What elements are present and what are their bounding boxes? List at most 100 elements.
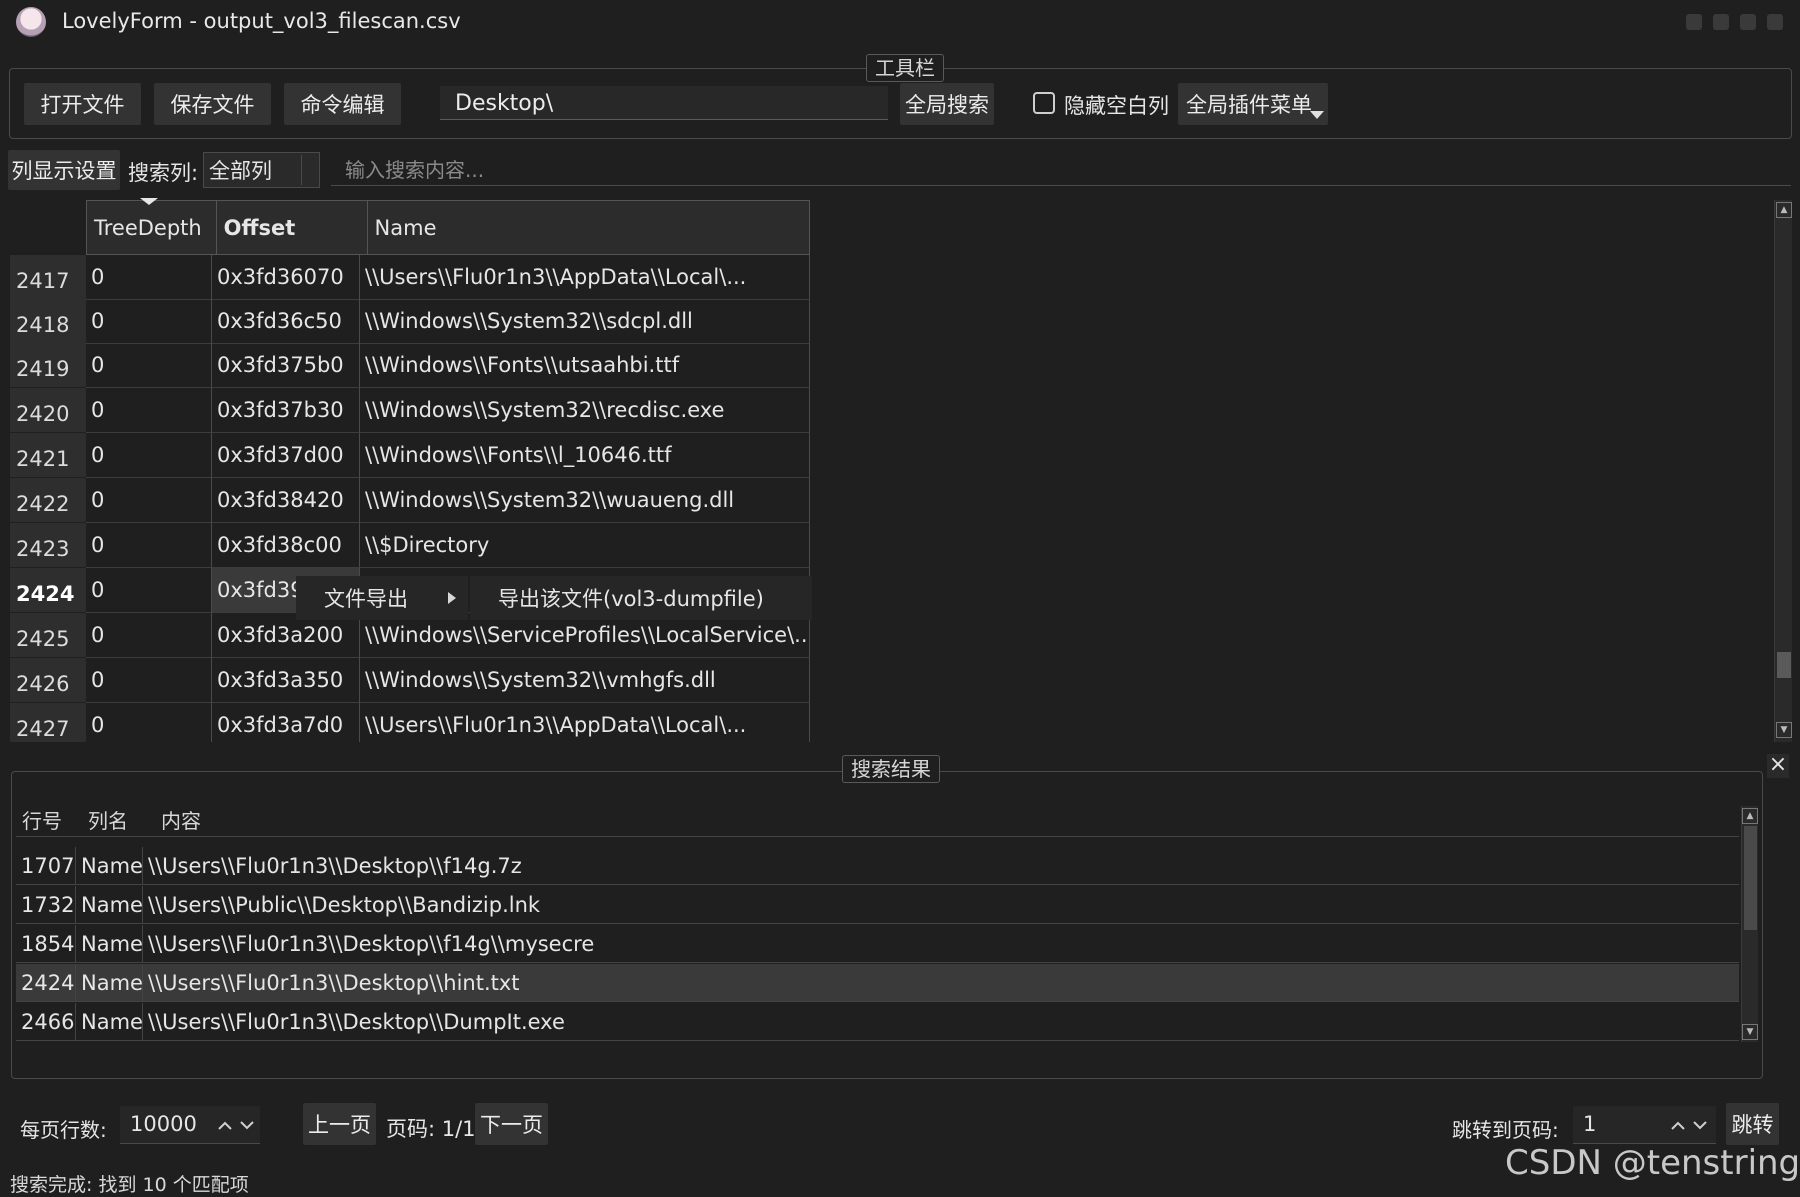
- result-row[interactable]: 2466 Name \\Users\\Flu0r1n3\\Desktop\\Du…: [16, 1003, 1739, 1041]
- row-number: 2424: [10, 568, 86, 613]
- result-line: 1707: [16, 847, 76, 884]
- column-header-name[interactable]: Name: [368, 201, 809, 254]
- result-row[interactable]: 1732 Name \\Users\\Public\\Desktop\\Band…: [16, 886, 1739, 924]
- results-header-row: 行号 列名 内容: [16, 803, 1739, 837]
- spin-up-icon[interactable]: [218, 1121, 232, 1130]
- table-row[interactable]: 2421 0 0x3fd37d00 \\Windows\\Fonts\\l_10…: [10, 433, 810, 478]
- table-row[interactable]: 2422 0 0x3fd38420 \\Windows\\System32\\w…: [10, 478, 810, 523]
- column-header-treedepth[interactable]: TreeDepth: [87, 201, 217, 254]
- table-row[interactable]: 2420 0 0x3fd37b30 \\Windows\\System32\\r…: [10, 388, 810, 433]
- table-row[interactable]: 2426 0 0x3fd3a350 \\Windows\\System32\\v…: [10, 658, 810, 703]
- jump-button[interactable]: 跳转: [1726, 1103, 1779, 1145]
- results-scrollbar[interactable]: ▲ ▼: [1741, 806, 1758, 1042]
- close-icon[interactable]: ×: [1767, 754, 1789, 778]
- cell-treedepth[interactable]: 0: [86, 255, 212, 300]
- hide-empty-label: 隐藏空白列: [1064, 94, 1169, 118]
- cell-offset[interactable]: 0x3fd36070: [212, 255, 360, 300]
- table-row[interactable]: 2418 0 0x3fd36c50 \\Windows\\System32\\s…: [10, 299, 810, 344]
- column-header-offset[interactable]: Offset: [217, 201, 368, 254]
- cell-treedepth[interactable]: 0: [86, 703, 212, 742]
- cell-offset[interactable]: 0x3fd37b30: [212, 388, 360, 433]
- search-results-label: 搜索结果: [842, 755, 940, 783]
- submenu-item-dumpfile[interactable]: 导出该文件(vol3-dumpfile): [470, 583, 764, 613]
- search-column-select[interactable]: 全部列: [203, 152, 320, 188]
- table-row[interactable]: 2423 0 0x3fd38c00 \\$Directory: [10, 523, 810, 568]
- row-number: 2418: [10, 299, 86, 344]
- table-row[interactable]: 2417 0 0x3fd36070 \\Users\\Flu0r1n3\\App…: [10, 255, 810, 300]
- results-header-content[interactable]: 内容: [155, 805, 201, 834]
- search-input[interactable]: 输入搜索内容...: [331, 152, 1791, 186]
- plugin-menu-button[interactable]: 全局插件菜单: [1178, 83, 1328, 125]
- toolbar-group-label: 工具栏: [866, 54, 944, 82]
- scroll-up-icon[interactable]: ▲: [1776, 202, 1792, 218]
- cell-treedepth[interactable]: 0: [86, 388, 212, 433]
- search-column-value: 全部列: [204, 155, 302, 185]
- cell-name[interactable]: \\Users\\Flu0r1n3\\AppData\\Local\...: [360, 255, 810, 300]
- cell-offset[interactable]: 0x3fd38c00: [212, 523, 360, 568]
- result-row-selected[interactable]: 2424 Name \\Users\\Flu0r1n3\\Desktop\\hi…: [16, 964, 1739, 1002]
- window-close-button[interactable]: [1740, 14, 1756, 30]
- cell-treedepth[interactable]: 0: [86, 343, 212, 388]
- result-line: 1854: [16, 925, 76, 962]
- results-scroll-down-icon[interactable]: ▼: [1742, 1024, 1758, 1040]
- global-search-button[interactable]: 全局搜索: [900, 83, 994, 125]
- result-column: Name: [76, 925, 143, 962]
- cell-name[interactable]: \\Windows\\Fonts\\l_10646.ttf: [360, 433, 810, 478]
- cell-treedepth[interactable]: 0: [86, 613, 212, 658]
- maximize-button[interactable]: [1713, 14, 1729, 30]
- results-scroll-up-icon[interactable]: ▲: [1742, 808, 1758, 824]
- save-file-button[interactable]: 保存文件: [154, 83, 271, 125]
- cell-offset[interactable]: 0x3fd38420: [212, 478, 360, 523]
- spin-down-icon[interactable]: [1693, 1121, 1707, 1130]
- command-edit-button[interactable]: 命令编辑: [284, 83, 401, 125]
- window-extra-button[interactable]: [1767, 14, 1783, 30]
- minimize-button[interactable]: [1686, 14, 1702, 30]
- cell-name[interactable]: \\Windows\\System32\\recdisc.exe: [360, 388, 810, 433]
- spin-up-icon[interactable]: [1671, 1121, 1685, 1130]
- results-scroll-thumb[interactable]: [1744, 826, 1757, 930]
- scroll-thumb[interactable]: [1777, 652, 1791, 678]
- cell-treedepth[interactable]: 0: [86, 568, 212, 613]
- cell-treedepth[interactable]: 0: [86, 478, 212, 523]
- path-input[interactable]: Desktop\: [440, 86, 888, 120]
- dropdown-arrow-icon: [1310, 111, 1324, 119]
- page-info: 页码: 1/1: [386, 1117, 476, 1141]
- grid-scrollbar[interactable]: ▲ ▼: [1774, 200, 1792, 742]
- goto-page-spinbox[interactable]: 1: [1573, 1106, 1716, 1144]
- table-row[interactable]: 2427 0 0x3fd3a7d0 \\Users\\Flu0r1n3\\App…: [10, 703, 810, 742]
- hide-empty-checkbox[interactable]: [1033, 92, 1055, 114]
- spin-down-icon[interactable]: [240, 1121, 254, 1130]
- scroll-down-icon[interactable]: ▼: [1776, 722, 1792, 738]
- column-settings-button[interactable]: 列显示设置: [8, 150, 120, 190]
- cell-treedepth[interactable]: 0: [86, 299, 212, 344]
- rows-per-page-spinbox[interactable]: 10000: [120, 1106, 260, 1144]
- cell-offset[interactable]: 0x3fd36c50: [212, 299, 360, 344]
- cell-offset[interactable]: 0x3fd37d00: [212, 433, 360, 478]
- cell-treedepth[interactable]: 0: [86, 433, 212, 478]
- cell-offset[interactable]: 0x3fd375b0: [212, 343, 360, 388]
- results-header-column[interactable]: 列名: [82, 805, 155, 834]
- prev-page-button[interactable]: 上一页: [303, 1103, 376, 1145]
- result-row[interactable]: 1854 Name \\Users\\Flu0r1n3\\Desktop\\f1…: [16, 925, 1739, 963]
- result-line: 2466: [16, 1003, 76, 1040]
- results-header-line[interactable]: 行号: [16, 805, 82, 834]
- cell-name[interactable]: \\$Directory: [360, 523, 810, 568]
- next-page-button[interactable]: 下一页: [475, 1103, 548, 1145]
- cell-name[interactable]: \\Windows\\Fonts\\utsaahbi.ttf: [360, 343, 810, 388]
- row-number: 2425: [10, 613, 86, 658]
- open-file-button[interactable]: 打开文件: [24, 83, 141, 125]
- cell-name[interactable]: \\Users\\Flu0r1n3\\AppData\\Local\...: [360, 703, 810, 742]
- cell-name[interactable]: \\Windows\\System32\\vmhgfs.dll: [360, 658, 810, 703]
- cell-treedepth[interactable]: 0: [86, 523, 212, 568]
- table-row[interactable]: 2419 0 0x3fd375b0 \\Windows\\Fonts\\utsa…: [10, 343, 810, 388]
- cell-name[interactable]: \\Windows\\System32\\sdcpl.dll: [360, 299, 810, 344]
- search-column-label: 搜索列:: [128, 161, 199, 185]
- context-menu-item-export[interactable]: 文件导出: [296, 583, 408, 613]
- result-row[interactable]: 1707 Name \\Users\\Flu0r1n3\\Desktop\\f1…: [16, 847, 1739, 885]
- cell-treedepth[interactable]: 0: [86, 658, 212, 703]
- cell-name[interactable]: \\Windows\\System32\\wuaueng.dll: [360, 478, 810, 523]
- result-line: 1732: [16, 886, 76, 923]
- cell-offset[interactable]: 0x3fd3a350: [212, 658, 360, 703]
- data-grid: TreeDepth Offset Name 2417 0 0x3fd36070 …: [10, 198, 1783, 742]
- cell-offset[interactable]: 0x3fd3a7d0: [212, 703, 360, 742]
